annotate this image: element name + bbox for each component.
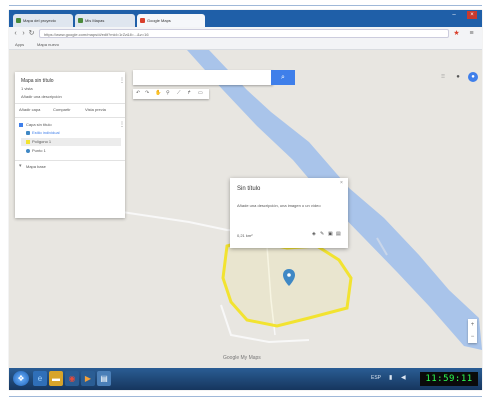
apps-grid-icon[interactable]: ⁝⁝ <box>438 72 448 82</box>
layer-title[interactable]: Capa sin título <box>26 122 52 127</box>
search-button[interactable]: ⌕ <box>271 70 295 85</box>
zoom-in-button[interactable]: + <box>468 319 477 331</box>
redo-icon[interactable]: ↷ <box>145 90 149 96</box>
undo-icon[interactable]: ↶ <box>136 90 140 96</box>
notifications-icon[interactable]: ● <box>453 72 463 82</box>
bookmark-apps[interactable]: Apps <box>15 40 24 49</box>
media-player-icon[interactable]: ▶ <box>81 371 95 386</box>
tab-label: Mis Mapas <box>85 18 105 23</box>
marker-dot <box>287 273 291 277</box>
marker-tool-icon[interactable]: ⚲ <box>166 90 170 96</box>
task-window-icon[interactable]: ▤ <box>97 371 111 386</box>
photo-icon[interactable]: ▣ <box>328 231 333 237</box>
folder-icon[interactable]: ▬ <box>49 371 63 386</box>
polygon-swatch-icon <box>26 140 30 144</box>
ruler-icon[interactable]: ▭ <box>198 90 203 96</box>
chrome-icon[interactable]: ◉ <box>65 371 79 386</box>
favicon-icon <box>16 18 21 23</box>
feature-info-popup: × Sin título Añade una descripción, una … <box>230 178 348 248</box>
map-sidebar-panel: Mapa sin título 1 vista Añadir una descr… <box>15 72 125 218</box>
browser-tab-3[interactable]: Google Maps <box>137 14 205 27</box>
popup-footer: 0,21 km² <box>237 233 253 238</box>
edit-icon[interactable]: ✎ <box>320 231 324 237</box>
map-pin-favicon-icon <box>140 18 145 23</box>
start-button-icon[interactable]: ❖ <box>13 371 29 386</box>
favicon-icon <box>78 18 83 23</box>
add-layer-button[interactable]: Añadir capa <box>19 107 40 112</box>
chevron-down-icon[interactable]: ▾ <box>19 163 22 169</box>
basemap-label[interactable]: Mapa base <box>26 164 46 169</box>
popup-body: Añade una descripción, una imagen o un v… <box>237 203 321 208</box>
directions-icon[interactable]: ↱ <box>187 90 191 96</box>
close-icon[interactable]: × <box>467 11 477 19</box>
map-title[interactable]: Mapa sin título <box>21 78 54 84</box>
panel-divider <box>15 160 125 161</box>
map-canvas[interactable]: Mapa sin título 1 vista Añadir una descr… <box>9 50 482 368</box>
delete-icon[interactable]: ▤ <box>336 231 341 237</box>
top-divider <box>9 5 482 6</box>
taskbar-clock[interactable]: 11:59:11 <box>420 372 478 386</box>
bottom-divider <box>9 396 482 397</box>
ie-icon[interactable]: e <box>33 371 47 386</box>
zoom-out-button[interactable]: − <box>468 331 477 343</box>
bookmark-item[interactable]: Mapa nuevo <box>37 40 59 49</box>
map-description[interactable]: Añadir una descripción <box>21 94 62 99</box>
browser-tabstrip: Mapa del proyecto Mis Mapas Google Maps … <box>9 10 482 27</box>
style-paint-icon <box>26 131 30 135</box>
map-views: 1 vista <box>21 86 33 91</box>
paint-icon[interactable]: ◈ <box>312 231 316 237</box>
google-map-label: Google My Maps <box>223 355 261 361</box>
screenshot-photo: Mapa del proyecto Mis Mapas Google Maps … <box>9 10 482 390</box>
point-item-label[interactable]: Punto 1 <box>32 148 46 153</box>
volume-icon[interactable]: ◀ <box>401 374 406 381</box>
layer-style-link[interactable]: Estilo individual <box>32 130 60 135</box>
tab-label: Google Maps <box>147 18 171 23</box>
menu-icon[interactable]: ≡ <box>467 29 476 38</box>
panel-divider <box>15 117 125 118</box>
reload-icon[interactable]: ↻ <box>27 29 36 38</box>
layer-more-icon[interactable]: ⋮ <box>119 121 125 128</box>
browser-tab-2[interactable]: Mis Mapas <box>75 14 135 27</box>
panel-divider <box>15 103 125 104</box>
browser-tab-1[interactable]: Mapa del proyecto <box>13 14 73 27</box>
line-tool-icon[interactable]: ⟋ <box>177 90 181 96</box>
popup-close-icon[interactable]: × <box>340 180 343 186</box>
url-field[interactable]: https://www.google.com/maps/d/edit?mid=1… <box>39 29 449 38</box>
map-toolbar: ↶ ↷ ✋ ⚲ ⟋ ↱ ▭ <box>133 89 209 99</box>
popup-title: Sin título <box>237 186 261 192</box>
minimize-icon[interactable]: – <box>449 11 459 19</box>
star-icon[interactable]: ★ <box>452 29 461 38</box>
more-icon[interactable]: ⋮ <box>119 77 125 84</box>
tab-label: Mapa del proyecto <box>23 18 56 23</box>
bookmarks-bar: Apps Mapa nuevo <box>9 40 482 50</box>
address-bar-row: ‹ › ↻ https://www.google.com/maps/d/edit… <box>9 27 482 41</box>
hand-icon[interactable]: ✋ <box>155 90 161 96</box>
search-icon: ⌕ <box>281 74 285 81</box>
layer-checkbox-icon[interactable] <box>19 123 23 127</box>
point-pin-icon <box>26 149 30 153</box>
network-icon[interactable]: ▮ <box>389 374 392 381</box>
polygon-item-label: Polígono 1 <box>32 139 52 144</box>
account-avatar[interactable]: ● <box>468 72 478 82</box>
tray-language[interactable]: ESP <box>371 375 381 381</box>
share-button[interactable]: Compartir <box>53 107 71 112</box>
preview-button[interactable]: Vista previa <box>85 107 106 112</box>
map-search-input[interactable] <box>133 70 273 85</box>
windows-taskbar: ❖ e ▬ ◉ ▶ ▤ ESP ▮ ◀ 11:59:11 <box>9 368 482 390</box>
zoom-control: + − <box>468 319 477 343</box>
